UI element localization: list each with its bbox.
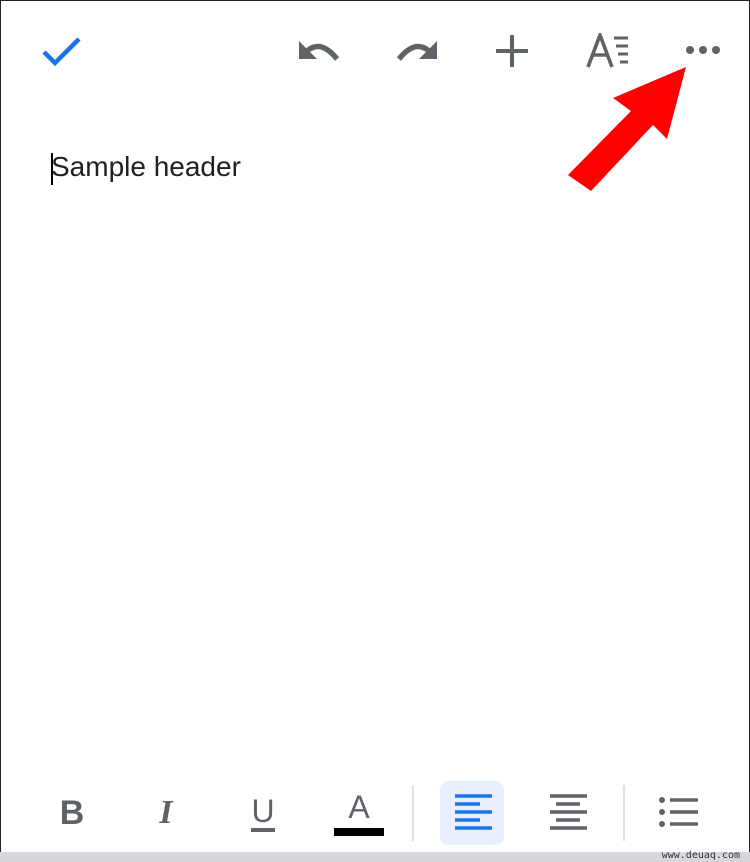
align-center-icon[interactable] [549, 794, 587, 832]
bulleted-list-icon[interactable] [658, 796, 698, 830]
underline-icon: U [251, 794, 275, 832]
check-icon[interactable] [41, 35, 83, 67]
bottom-bar [0, 852, 750, 862]
watermark: www.deuaq.com [661, 850, 740, 861]
underline-button[interactable]: U [238, 783, 288, 843]
annotation-arrow [568, 67, 686, 191]
text-color-icon: A [348, 789, 370, 825]
insert-plus-icon[interactable] [494, 33, 530, 69]
divider [412, 785, 414, 841]
text-color-swatch [334, 828, 384, 836]
italic-icon: I [159, 794, 173, 831]
redo-icon[interactable] [393, 37, 439, 65]
align-left-button[interactable] [440, 781, 504, 845]
more-options-icon[interactable] [685, 43, 721, 57]
document-text[interactable]: Sample header [51, 151, 241, 183]
text-color-button[interactable]: A [333, 783, 385, 843]
editor-frame: Sample header B I U A [0, 0, 750, 853]
divider [623, 785, 625, 841]
align-left-icon [455, 794, 492, 830]
italic-button[interactable]: I [141, 783, 191, 843]
bold-icon: B [59, 793, 85, 832]
undo-icon[interactable] [297, 37, 343, 65]
bold-button[interactable]: B [47, 783, 97, 843]
